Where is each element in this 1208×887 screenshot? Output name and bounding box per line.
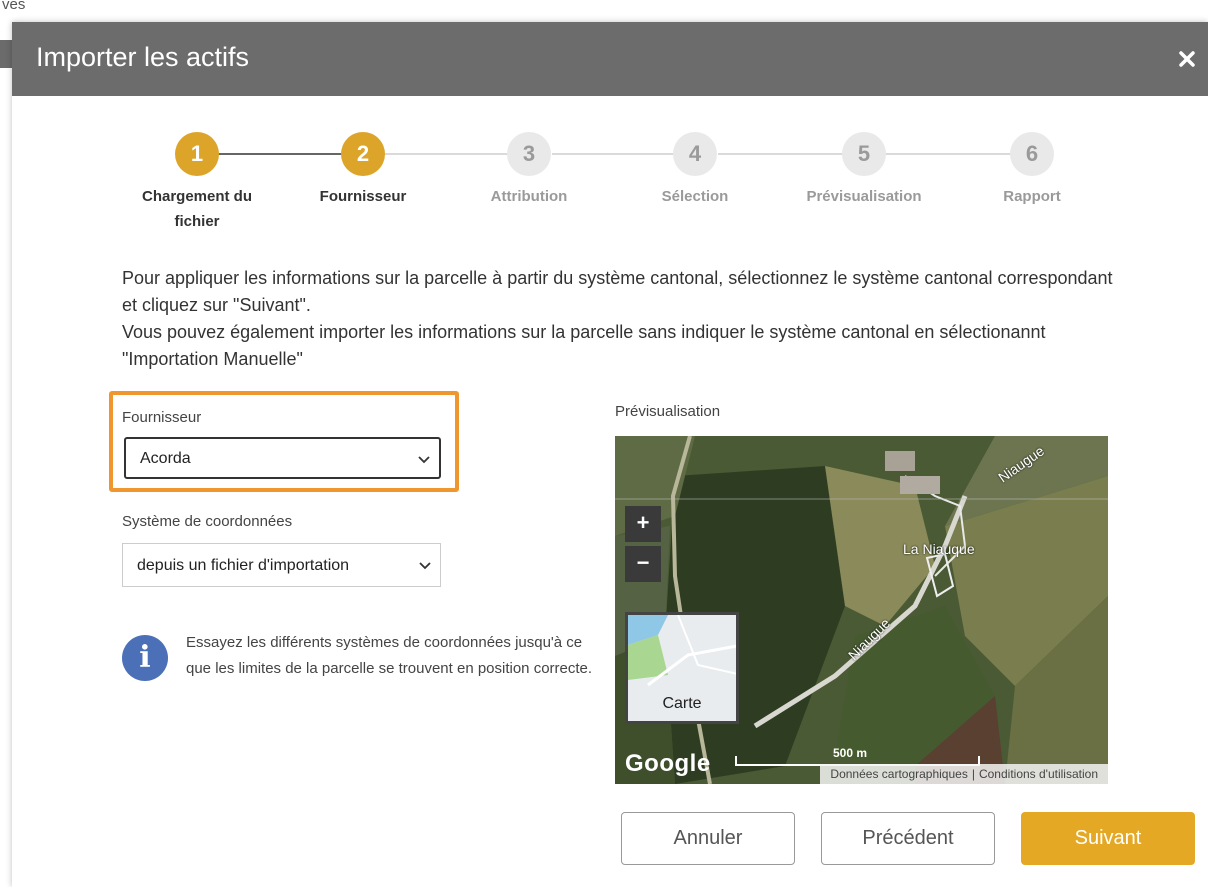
cancel-button[interactable]: Annuler: [621, 812, 795, 865]
provider-select-value: Acorda: [140, 450, 191, 467]
step-connector: [884, 153, 1014, 155]
map-attribution: Données cartographiques | Conditions d'uti…: [820, 764, 1108, 784]
map-preview[interactable]: Niaugue La Niauque Niaugue + − Carte Goo…: [615, 436, 1108, 784]
map-data-link[interactable]: Données cartographiques: [826, 767, 971, 781]
step-6-label: Rapport: [1003, 188, 1061, 205]
step-4-circle: 4: [673, 132, 717, 176]
coordinate-system-label: Système de coordonnées: [122, 513, 293, 530]
modal-header: Importer les actifs: [12, 22, 1208, 96]
previous-button[interactable]: Précédent: [821, 812, 995, 865]
modal-title: Importer les actifs: [36, 42, 250, 72]
provider-select[interactable]: Acorda: [124, 437, 441, 479]
map-type-toggle[interactable]: Carte: [625, 612, 739, 724]
zoom-in-button[interactable]: +: [625, 506, 661, 542]
zoom-out-button[interactable]: −: [625, 546, 661, 582]
step-5-label: Prévisualisation: [806, 188, 922, 205]
step-connector: [382, 153, 512, 155]
step-1-label: Chargement du fichier: [141, 188, 252, 230]
chevron-down-icon: [419, 562, 431, 570]
step-4-label: Sélection: [661, 188, 729, 205]
coordinate-system-select[interactable]: depuis un fichier d'importation: [122, 543, 441, 587]
import-stepper: 1 2 3 4 5 6 Chargement du fichier Fourni…: [12, 132, 1208, 252]
map-scale-label: 500 m: [833, 746, 868, 760]
step-connector: [218, 153, 350, 155]
info-icon: i: [122, 635, 168, 681]
instructions: Pour appliquer les informations sur la p…: [122, 265, 1132, 373]
step-connector: [718, 153, 848, 155]
background-bar: [0, 40, 12, 68]
step-1-circle: 1: [175, 132, 219, 176]
step-5-circle: 5: [842, 132, 886, 176]
close-button[interactable]: [1172, 44, 1202, 74]
map-place-label: La Niauque: [903, 541, 975, 557]
import-assets-modal: Importer les actifs 1 2 3 4 5 6 Chargeme…: [12, 22, 1208, 887]
coordinate-system-value: depuis un fichier d'importation: [137, 557, 350, 574]
step-3-circle: 3: [507, 132, 551, 176]
satellite-imagery: [615, 436, 1108, 784]
close-icon: [1179, 51, 1195, 67]
instructions-line-1: Pour appliquer les informations sur la p…: [122, 268, 1113, 315]
step-6-circle: 6: [1010, 132, 1054, 176]
info-text: Essayez les différents systèmes de coord…: [186, 634, 593, 677]
step-connector: [552, 153, 682, 155]
preview-label: Prévisualisation: [615, 403, 721, 420]
background-text: ves: [2, 0, 26, 13]
provider-label: Fournisseur: [122, 409, 202, 426]
map-terms-link[interactable]: Conditions d'utilisation: [975, 767, 1102, 781]
step-2-circle: 2: [341, 132, 385, 176]
next-button[interactable]: Suivant: [1021, 812, 1195, 865]
map-type-label: Carte: [662, 695, 702, 712]
chevron-down-icon: [418, 456, 430, 464]
step-3-label: Attribution: [490, 188, 568, 205]
google-logo: Google: [625, 750, 711, 777]
step-2-label: Fournisseur: [319, 188, 407, 205]
instructions-line-2: Vous pouvez également importer les infor…: [122, 322, 1046, 369]
